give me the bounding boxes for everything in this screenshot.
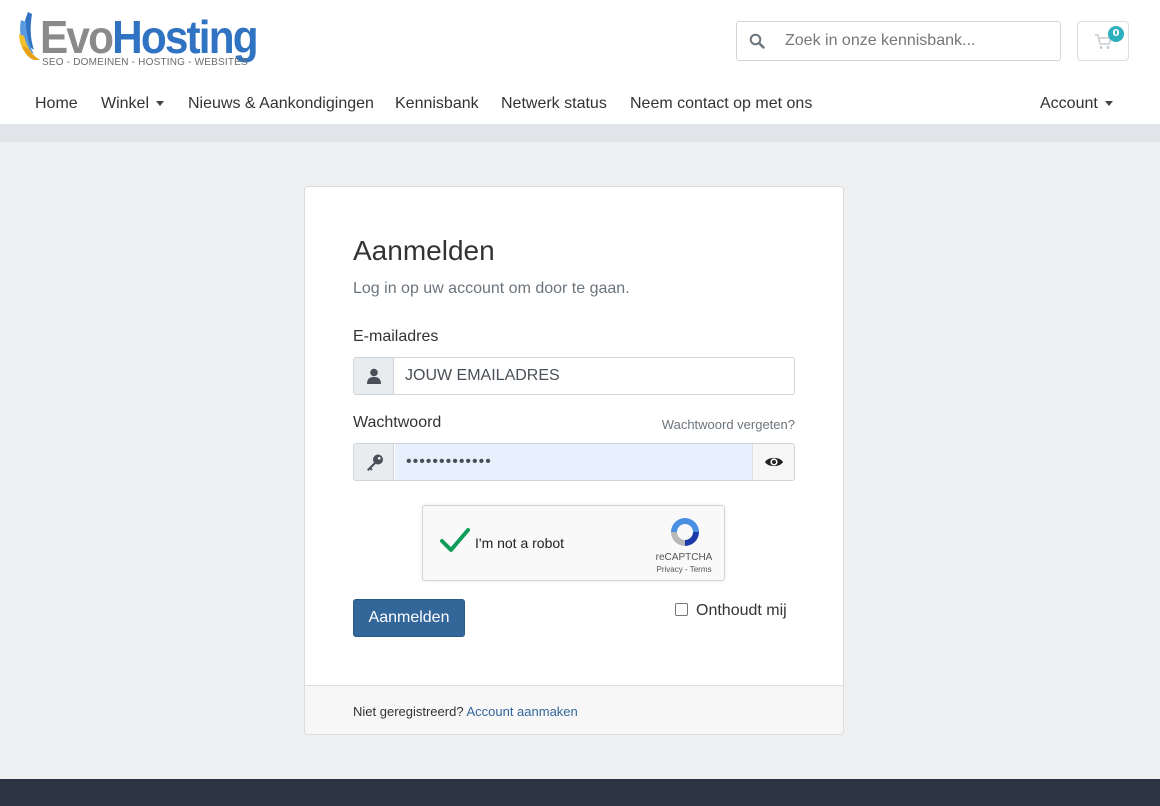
password-field[interactable] xyxy=(395,444,752,480)
show-password-button[interactable] xyxy=(752,444,794,480)
register-prompt-text: Niet geregistreerd? xyxy=(353,704,464,719)
email-label: E-mailadres xyxy=(353,328,439,345)
key-icon xyxy=(367,454,383,471)
recaptcha-label: I'm not a robot xyxy=(475,535,565,551)
nav-item-account[interactable]: Account xyxy=(1040,95,1113,113)
nav-item-kennisbank[interactable]: Kennisbank xyxy=(395,95,479,113)
remember-label: Onthoudt mij xyxy=(696,602,787,619)
logo-wordmark: EvoHosting xyxy=(40,11,259,63)
cart-button[interactable]: 0 xyxy=(1077,21,1129,61)
breadcrumb-bar xyxy=(0,124,1160,142)
password-addon xyxy=(354,444,394,480)
register-prompt: Niet geregistreerd? Account aanmaken xyxy=(353,704,578,719)
nav-item-home[interactable]: Home xyxy=(35,95,78,113)
page-subtitle: Log in op uw account om door te gaan. xyxy=(353,280,630,297)
password-input-group xyxy=(353,443,795,481)
login-submit-button[interactable]: Aanmelden xyxy=(353,599,465,637)
evohosting-logo[interactable]: EvoHosting SEO - DOMEINEN - HOSTING - WE… xyxy=(18,10,259,72)
search-icon xyxy=(749,33,765,49)
knowledgebase-search[interactable] xyxy=(736,21,1061,61)
remember-checkbox[interactable] xyxy=(675,603,688,616)
page-footer xyxy=(0,779,1160,806)
chevron-down-icon xyxy=(1104,101,1113,107)
nav-item-account-label: Account xyxy=(1040,95,1098,112)
recaptcha-brand: reCAPTCHA xyxy=(655,552,713,563)
chevron-down-icon xyxy=(156,101,165,107)
site-header: EvoHosting SEO - DOMEINEN - HOSTING - WE… xyxy=(0,0,1160,124)
email-addon xyxy=(354,358,394,394)
password-label: Wachtwoord xyxy=(353,414,442,431)
search-input[interactable] xyxy=(777,22,1057,60)
recaptcha-links[interactable]: Privacy - Terms xyxy=(637,565,731,574)
eye-icon xyxy=(765,457,783,467)
create-account-link[interactable]: Account aanmaken xyxy=(466,704,577,719)
recaptcha-icon xyxy=(671,518,699,546)
checkmark-icon xyxy=(440,528,470,552)
user-icon xyxy=(367,368,381,384)
recaptcha-widget[interactable]: I'm not a robot reCAPTCHA Privacy - Term… xyxy=(422,505,725,581)
login-card: Aanmelden Log in op uw account om door t… xyxy=(304,186,844,735)
page-title: Aanmelden xyxy=(353,235,495,266)
logo-tagline: SEO - DOMEINEN - HOSTING - WEBSITES xyxy=(42,57,248,68)
email-input-group xyxy=(353,357,795,395)
nav-item-winkel[interactable]: Winkel xyxy=(101,95,165,113)
nav-item-contact[interactable]: Neem contact op met ons xyxy=(630,95,812,113)
card-footer: Niet geregistreerd? Account aanmaken xyxy=(305,685,843,734)
nav-item-netwerk-status[interactable]: Netwerk status xyxy=(501,95,607,113)
nav-item-nieuws[interactable]: Nieuws & Aankondigingen xyxy=(188,95,374,113)
main-navigation: Home Winkel Nieuws & Aankondigingen Kenn… xyxy=(0,88,1160,122)
forgot-password-link[interactable]: Wachtwoord vergeten? xyxy=(657,417,795,432)
remember-me[interactable]: Onthoudt mij xyxy=(675,602,787,620)
nav-item-winkel-label: Winkel xyxy=(101,95,150,112)
email-field[interactable] xyxy=(394,358,794,394)
cart-count-badge: 0 xyxy=(1108,26,1124,42)
